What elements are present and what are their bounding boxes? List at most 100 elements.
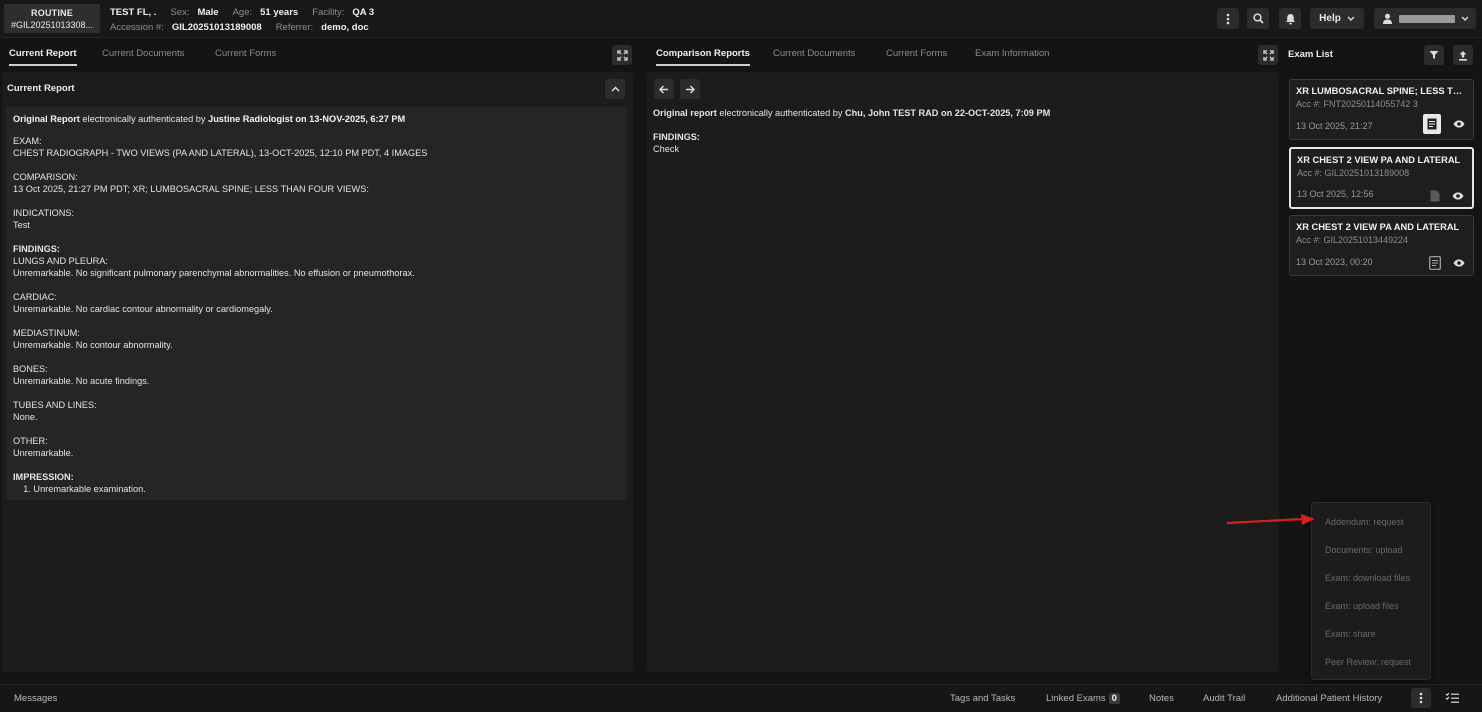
arrow-left-icon bbox=[659, 85, 668, 93]
report-section: BONES: Unremarkable. No acute findings. bbox=[13, 363, 620, 387]
menu-item-addendum-request[interactable]: Addendum: request bbox=[1312, 508, 1430, 536]
bottom-more-button[interactable] bbox=[1411, 688, 1431, 708]
comparison-report-text: Original report electronically authentic… bbox=[653, 107, 1050, 155]
user-menu-button[interactable] bbox=[1374, 8, 1476, 29]
report-section-text: 13 Oct 2025, 21:27 PM PDT; XR; LUMBOSACR… bbox=[13, 184, 369, 194]
menu-item-exam-share[interactable]: Exam: share bbox=[1312, 620, 1430, 648]
comparison-report-panel: Original report electronically authentic… bbox=[647, 72, 1279, 672]
tab-current-documents[interactable]: Current Documents bbox=[773, 48, 855, 64]
filter-icon bbox=[1429, 51, 1439, 59]
sex-value: Male bbox=[197, 7, 219, 18]
bottom-bar: Messages Tags and Tasks Linked Exams 0 No… bbox=[0, 684, 1482, 712]
chevron-down-icon bbox=[1461, 16, 1468, 21]
report-section: CARDIAC: Unremarkable. No cardiac contour… bbox=[13, 291, 620, 315]
exam-accession: Acc #: GIL20251013449224 bbox=[1296, 235, 1409, 245]
kebab-icon bbox=[1226, 13, 1230, 24]
eye-icon[interactable] bbox=[1453, 259, 1465, 267]
referrer-value: demo, doc bbox=[321, 22, 369, 33]
menu-item-exam-upload-files[interactable]: Exam: upload files bbox=[1312, 592, 1430, 620]
upload-icon bbox=[1459, 50, 1467, 61]
more-options-button[interactable] bbox=[1217, 8, 1239, 29]
document-icon[interactable] bbox=[1430, 190, 1440, 202]
next-report-button[interactable] bbox=[680, 79, 700, 99]
auth-middle: electronically authenticated by bbox=[79, 114, 209, 124]
report-document-icon[interactable] bbox=[1429, 256, 1441, 270]
additional-history-link[interactable]: Additional Patient History bbox=[1276, 693, 1382, 704]
report-section-text: 1. Unremarkable examination. bbox=[13, 484, 146, 494]
exam-title: XR LUMBOSACRAL SPINE; LESS TH... bbox=[1296, 86, 1467, 96]
findings-label: FINDINGS: bbox=[653, 132, 700, 142]
exam-card[interactable]: XR LUMBOSACRAL SPINE; LESS TH... Acc #: … bbox=[1289, 79, 1474, 140]
report-section-heading: COMPARISON: bbox=[13, 172, 78, 182]
eye-icon[interactable] bbox=[1452, 192, 1464, 200]
panel-title: Current Report bbox=[7, 83, 75, 94]
tags-tasks-link[interactable]: Tags and Tasks bbox=[950, 693, 1015, 704]
linked-exams-link[interactable]: Linked Exams 0 bbox=[1046, 693, 1120, 704]
priority-badge: ROUTINE #GIL20251013308... bbox=[4, 4, 100, 33]
annotation-arrow bbox=[1226, 514, 1315, 525]
report-section: OTHER: Unremarkable. bbox=[13, 435, 620, 459]
report-section: INDICATIONS: Test bbox=[13, 207, 620, 231]
report-section: EXAM: CHEST RADIOGRAPH - TWO VIEWS (PA AN… bbox=[13, 135, 620, 159]
help-button[interactable]: Help bbox=[1310, 8, 1364, 29]
chevron-down-icon bbox=[1347, 16, 1355, 21]
report-section-heading: CARDIAC: bbox=[13, 292, 57, 302]
report-section-text: None. bbox=[13, 412, 38, 422]
tab-current-forms[interactable]: Current Forms bbox=[886, 48, 947, 64]
report-sections: EXAM: CHEST RADIOGRAPH - TWO VIEWS (PA AN… bbox=[13, 135, 620, 495]
tab-comparison-reports[interactable]: Comparison Reports bbox=[656, 48, 750, 66]
collapse-button[interactable] bbox=[605, 79, 625, 99]
report-section-text: Unremarkable. bbox=[13, 448, 74, 458]
tab-current-report[interactable]: Current Report bbox=[9, 48, 77, 66]
auth-line: Original Report electronically authentic… bbox=[13, 113, 620, 125]
expand-icon bbox=[616, 49, 628, 61]
report-section: FINDINGS: LUNGS AND PLEURA: Unremarkable.… bbox=[13, 243, 620, 279]
menu-item-documents-upload[interactable]: Documents: upload bbox=[1312, 536, 1430, 564]
exam-card[interactable]: XR CHEST 2 VIEW PA AND LATERAL Acc #: GI… bbox=[1289, 215, 1474, 276]
menu-item-exam-download-files[interactable]: Exam: download files bbox=[1312, 564, 1430, 592]
user-icon bbox=[1382, 13, 1392, 24]
report-section-text: Unremarkable. No contour abnormality. bbox=[13, 340, 173, 350]
exam-actions-menu: Addendum: request Documents: upload Exam… bbox=[1311, 502, 1431, 680]
checklist-button[interactable] bbox=[1445, 692, 1459, 707]
menu-item-peer-review-request[interactable]: Peer Review: request bbox=[1312, 648, 1430, 676]
previous-report-button[interactable] bbox=[654, 79, 674, 99]
auth-prefix: Original report bbox=[653, 108, 717, 118]
exam-accession: Acc #: FNT20250114055742 3 bbox=[1296, 99, 1418, 109]
tab-current-documents[interactable]: Current Documents bbox=[102, 48, 184, 64]
report-document-icon[interactable] bbox=[1423, 114, 1441, 134]
upload-button[interactable] bbox=[1453, 45, 1473, 65]
messages-link[interactable]: Messages bbox=[14, 693, 57, 704]
expand-left-button[interactable] bbox=[612, 45, 632, 65]
notifications-button[interactable] bbox=[1279, 8, 1301, 29]
tab-current-forms[interactable]: Current Forms bbox=[215, 48, 276, 64]
notes-link[interactable]: Notes bbox=[1149, 693, 1174, 704]
top-bar: ROUTINE #GIL20251013308... TEST FL, . Se… bbox=[0, 0, 1482, 38]
report-section-heading: INDICATIONS: bbox=[13, 208, 75, 218]
exam-accession: Acc #: GIL20251013189008 bbox=[1297, 168, 1410, 178]
expand-middle-button[interactable] bbox=[1258, 45, 1278, 65]
exam-date: 13 Oct 2023, 00:20 bbox=[1296, 257, 1373, 267]
exam-card-selected[interactable]: XR CHEST 2 VIEW PA AND LATERAL Acc #: GI… bbox=[1289, 147, 1474, 209]
linked-exams-count: 0 bbox=[1108, 693, 1120, 704]
eye-icon[interactable] bbox=[1453, 120, 1465, 128]
current-report-panel: Current Report Original Report electroni… bbox=[2, 72, 633, 672]
sex-label: Sex: bbox=[170, 7, 190, 18]
facility-label: Facility: bbox=[312, 7, 345, 18]
report-section-text: Test bbox=[13, 220, 30, 230]
filter-button[interactable] bbox=[1424, 45, 1444, 65]
order-id: #GIL20251013308... bbox=[10, 20, 94, 30]
report-section-heading: BONES: bbox=[13, 364, 48, 374]
search-button[interactable] bbox=[1247, 8, 1269, 29]
report-section: MEDIASTINUM: Unremarkable. No contour abn… bbox=[13, 327, 620, 351]
bell-icon bbox=[1285, 13, 1295, 24]
tab-exam-information[interactable]: Exam Information bbox=[975, 48, 1049, 64]
comparison-auth-line: Original report electronically authentic… bbox=[653, 107, 1050, 119]
report-section: IMPRESSION: 1. Unremarkable examination. bbox=[13, 471, 620, 495]
report-section-heading: IMPRESSION: bbox=[13, 472, 74, 482]
exam-date: 13 Oct 2025, 12:56 bbox=[1297, 189, 1374, 199]
report-section-heading: EXAM: bbox=[13, 136, 42, 146]
audit-trail-link[interactable]: Audit Trail bbox=[1203, 693, 1245, 704]
chevron-up-icon bbox=[610, 86, 620, 92]
report-section-text: Unremarkable. No acute findings. bbox=[13, 376, 150, 386]
